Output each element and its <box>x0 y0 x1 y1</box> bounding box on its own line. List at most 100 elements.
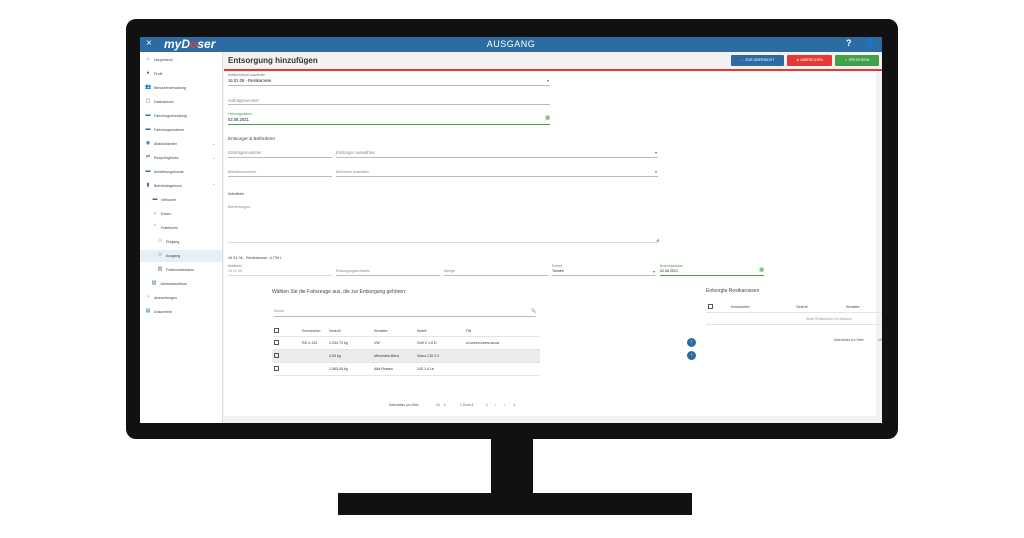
sidebar-item-fahrzeugannahme[interactable]: ▬ Fahrzeugannahme <box>140 124 222 136</box>
sidebar-item-eingang[interactable]: ♲ Eingang <box>140 236 222 248</box>
disposal-threshold-input[interactable]: Entsorgungsschwelle <box>336 267 440 276</box>
delivery-date-input[interactable]: Lieferungsdatum 02.08.2021 ▦ <box>228 112 550 125</box>
search-icon[interactable]: 🔍 <box>531 308 536 313</box>
sidebar-item-fraktionen[interactable]: ⌃ Fraktionen <box>140 222 222 234</box>
booking-date-input[interactable]: Buchungsdatum 02.08.2021 ▦ <box>660 264 764 276</box>
car-icon: ▬ <box>145 112 151 118</box>
add-to-disposal-button[interactable]: › <box>687 338 696 347</box>
column-header[interactable]: Kennzeichen <box>731 305 749 309</box>
sidebar-item-auswertungen[interactable]: ◔ Auswertungen <box>140 292 222 304</box>
delivery-date-label: Lieferungsdatum <box>228 112 252 116</box>
table-cell: Golf V 1.6 D <box>417 341 437 345</box>
pagination-nav-icon[interactable]: |‹ <box>486 403 488 407</box>
window-title: AUSGANG <box>486 39 536 49</box>
table-cell: VW <box>374 341 380 345</box>
waste-key-value: 16 01 06 - Restkarosse <box>228 78 272 83</box>
resize-icon[interactable]: ◢ <box>656 237 659 242</box>
empty-state-text: Keine Restkarossen im Bestand <box>806 317 852 321</box>
back-to-overview-button[interactable]: ← ZUR ÜBERSICHT <box>731 55 784 66</box>
cancel-button[interactable]: ⊗ ABBRECHEN <box>787 55 832 66</box>
sidebar-item-label: Dokumente <box>154 310 173 314</box>
row-checkbox[interactable] <box>274 340 279 345</box>
table-cell: 145 1.4 i.e. <box>417 367 435 371</box>
column-header[interactable]: Gewicht <box>329 329 341 333</box>
form-card: Abfallschlüssel auswählen 16 01 06 - Res… <box>224 72 882 416</box>
calendar-icon[interactable]: ▦ <box>759 267 764 273</box>
sidebar-item-extern[interactable]: ⌄ Extern <box>140 208 222 220</box>
monitor-stand-base <box>338 493 692 515</box>
sidebar-item-profil[interactable]: ● Profil <box>140 68 222 80</box>
header-divider <box>224 69 882 71</box>
user-icon[interactable]: 👤 <box>865 38 875 47</box>
sidebar-item-altautohändler[interactable]: ◉ Altautohändler ⌄ <box>140 138 222 150</box>
row-divider <box>274 362 540 363</box>
column-header[interactable]: Gewicht <box>796 305 808 309</box>
sidebar-item-fraktionsbestand[interactable]: ▥ Fraktionsbestand <box>140 264 222 276</box>
vehicle-selection-title: Wählen Sie die Fahrzeuge aus, die zur En… <box>272 289 407 295</box>
sidebar-item-label: Benutzerverwaltung <box>154 86 186 90</box>
disposer-number-input[interactable]: Entsorgernummer <box>228 149 332 158</box>
sidebar-item-dokumente[interactable]: ▤ Dokumente <box>140 306 222 318</box>
calendar-icon[interactable]: ▦ <box>545 115 550 121</box>
sidebar-item-datenschutz[interactable]: ▢ Datenschutz <box>140 96 222 108</box>
chevron-up-icon: ⌃ <box>152 224 158 230</box>
sidebar-item-hauptmenü[interactable]: ⌂ Hauptmenü <box>140 54 222 66</box>
sidebar-item-recyclingbörse[interactable]: ⇄ Recyclingbörse ⌄ <box>140 152 222 164</box>
carrier-placeholder: Beförderer auswählen <box>336 170 370 174</box>
sidebar-item-verbuche[interactable]: ▬ Verbuche <box>140 194 222 206</box>
row-checkbox[interactable] <box>274 366 279 371</box>
save-button[interactable]: ✓ SPEICHERN <box>835 55 879 66</box>
quantity-placeholder: Menge <box>444 269 455 273</box>
select-all-checkbox[interactable] <box>708 304 713 309</box>
sidebar-item-label: Eingang <box>166 240 180 244</box>
rows-per-page-select[interactable]: 10 <box>878 338 882 342</box>
column-header[interactable]: FIN <box>466 329 471 333</box>
table-cell: Alfa Romeo <box>374 367 393 371</box>
help-icon[interactable]: ? <box>846 38 852 48</box>
sidebar-item-benutzerverwaltung[interactable]: 👥 Benutzerverwaltung <box>140 82 222 94</box>
sidebar-item-label: Hauptmenü <box>154 58 173 62</box>
remove-from-disposal-button[interactable]: ‹ <box>687 351 696 360</box>
chart-circle-icon: ◔ <box>146 294 150 300</box>
unit-select[interactable]: Einheit Tonnen ▾ <box>552 264 656 276</box>
sidebar-item-anlieferungskunde[interactable]: ▬ Anlieferungskunde <box>140 166 222 178</box>
sidebar-item-label: Betriebstagebuch <box>154 184 182 188</box>
select-all-checkbox[interactable] <box>274 328 279 333</box>
remarks-textarea[interactable]: Bemerkungen ◢ <box>228 204 659 243</box>
pagination-nav-icon[interactable]: ‹ <box>495 403 496 407</box>
group-icon: 👥 <box>145 84 152 90</box>
sidebar-item-betriebstagebuch[interactable]: ▮ Betriebstagebuch ⌃ <box>140 180 222 192</box>
dropdown-arrow-icon: ▾ <box>654 169 657 174</box>
exchange-icon: ⇄ <box>145 154 151 160</box>
row-checkbox[interactable] <box>274 353 279 358</box>
quantity-input[interactable]: Menge <box>444 267 548 276</box>
table-cell: 1.063,00 kg <box>329 367 348 371</box>
pagination-nav-icon[interactable]: › <box>504 403 505 407</box>
disposer-select[interactable]: Entsorger auswählen ▾ <box>336 149 658 158</box>
sidebar-item-fahrzeugverwaltung[interactable]: ▬ Fahrzeugverwaltung <box>140 110 222 122</box>
column-header[interactable]: Hersteller <box>374 329 388 333</box>
delivery-date-value: 02.08.2021 <box>228 117 249 122</box>
chevron-icon[interactable]: ⌃ <box>212 183 215 188</box>
search-input[interactable]: Suche 🔍 <box>274 307 536 317</box>
column-header[interactable]: Hersteller <box>846 305 860 309</box>
sidebar-item-label: Altautohändler <box>154 142 178 146</box>
chevron-icon[interactable]: ⌄ <box>212 141 215 146</box>
header-divider <box>706 312 882 313</box>
column-header[interactable]: Kennzeichen <box>302 329 320 333</box>
sidebar-item-ausgang[interactable]: ♲ Ausgang <box>140 250 222 262</box>
sidebar-item-jahresabschluss[interactable]: ▥ Jahresabschluss <box>140 278 222 290</box>
carrier-select[interactable]: Beförderer auswählen ▾ <box>336 169 658 177</box>
disposed-table: KennzeichenGewichtHerstellerModellFINKei… <box>706 301 882 381</box>
column-header[interactable]: Modell <box>417 329 426 333</box>
table-cell: 1.034,70 kg <box>329 341 348 345</box>
waste-key-select[interactable]: Abfallschlüssel auswählen 16 01 06 - Res… <box>228 73 550 86</box>
order-number-input[interactable]: Auftragsnummer <box>228 96 550 105</box>
carrier-number-input[interactable]: Beförderernummer <box>228 169 332 177</box>
chevron-icon[interactable]: ⌄ <box>212 155 215 160</box>
table-cell: WVWZZZ1KZ8W100448 <box>466 341 500 345</box>
table-cell: RE-X 421 <box>302 341 318 345</box>
section-title-disposer: Entsorger & Beförderer <box>228 136 276 141</box>
rows-per-page-select[interactable]: 10 <box>436 403 440 407</box>
pagination-nav-icon[interactable]: ›| <box>513 403 515 407</box>
